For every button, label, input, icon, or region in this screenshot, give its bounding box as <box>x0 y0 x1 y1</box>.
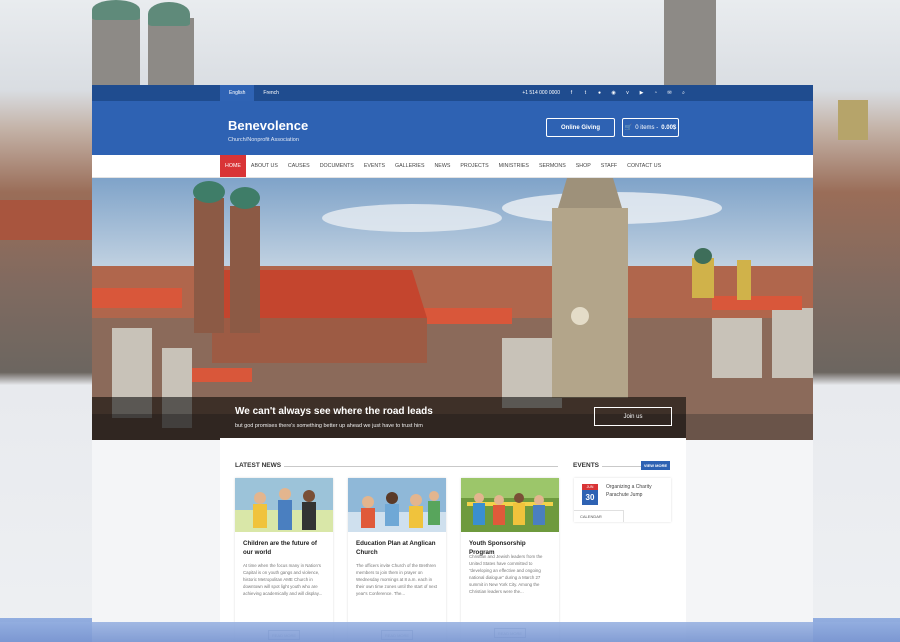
bottom-overlay <box>0 622 900 642</box>
social-links: f t ● ◉ v ▶ ◔ ✉ ⌕ <box>568 90 687 97</box>
vimeo-icon[interactable]: v <box>624 90 631 97</box>
nav-projects[interactable]: PROJECTS <box>455 155 493 177</box>
nav-staff[interactable]: STAFF <box>596 155 622 177</box>
news-excerpt: Christian and Jewish leaders from the Un… <box>469 554 543 595</box>
news-card: Children are the future of our world At … <box>235 478 333 642</box>
nav-causes[interactable]: CAUSES <box>283 155 315 177</box>
phone-number: +1 514 000 0000 <box>522 90 560 96</box>
join-us-button[interactable]: Join us <box>594 407 672 426</box>
site-logo[interactable]: Benevolence <box>228 118 308 133</box>
hero-subheading: but god promises there's something bette… <box>235 423 423 429</box>
event-day: 30 <box>582 490 598 505</box>
events-heading: EVENTS <box>573 462 600 469</box>
hero-slider: We can't always see where the road leads… <box>92 178 813 440</box>
nav-news[interactable]: NEWS <box>429 155 455 177</box>
bg-city-hall <box>664 0 716 90</box>
nav-about-us[interactable]: ABOUT US <box>246 155 283 177</box>
bg-tower-right <box>148 18 194 90</box>
bg-tower-left <box>92 10 140 90</box>
cart-total: 0.00$ <box>661 124 677 131</box>
nav-shop[interactable]: SHOP <box>571 155 596 177</box>
nav-contact-us[interactable]: CONTACT US <box>622 155 666 177</box>
main-navigation: HOME ABOUT US CAUSES DOCUMENTS EVENTS GA… <box>92 155 813 178</box>
news-excerpt: At time when the focus many in Nation's … <box>243 563 323 597</box>
site-tagline: Church/Nonprofit Association <box>228 137 299 143</box>
news-card: Education Plan at Anglican Church The of… <box>348 478 446 642</box>
bg-dome-left <box>92 0 140 20</box>
bg-roofs-left <box>0 200 92 240</box>
nav-home[interactable]: HOME <box>220 155 246 177</box>
event-title[interactable]: Organizing a Charity Parachute Jump <box>606 484 668 499</box>
pinterest-icon[interactable]: ● <box>596 90 603 97</box>
news-divider <box>284 466 558 467</box>
twitter-icon[interactable]: t <box>582 90 589 97</box>
dribbble-icon[interactable]: ◉ <box>610 90 617 97</box>
site-header: Benevolence Church/Nonprofit Association… <box>92 101 813 155</box>
event-item[interactable]: JUN 30 Organizing a Charity Parachute Ju… <box>574 478 671 522</box>
news-excerpt: The officers invite Church of the Brethr… <box>356 563 438 597</box>
nav-ministries[interactable]: MINISTRIES <box>494 155 534 177</box>
bg-dome-right <box>148 2 190 26</box>
news-thumbnail[interactable] <box>348 478 446 532</box>
cart-button[interactable]: 🛒 0 items - 0.00$ <box>622 118 679 137</box>
nav-galleries[interactable]: GALLERIES <box>390 155 429 177</box>
nav-sermons[interactable]: SERMONS <box>534 155 571 177</box>
news-thumbnail[interactable] <box>235 478 333 532</box>
email-icon[interactable]: ✉ <box>666 90 673 97</box>
latest-news-heading: LATEST NEWS <box>235 462 282 469</box>
news-card: Youth Sponsorship Program Christian and … <box>461 478 559 642</box>
news-thumbnail[interactable] <box>461 478 559 532</box>
online-giving-button[interactable]: Online Giving <box>546 118 615 137</box>
events-view-more-button[interactable]: VIEW MORE <box>641 461 670 470</box>
news-title[interactable]: Children are the future of our world <box>243 540 325 558</box>
nav-events[interactable]: EVENTS <box>359 155 390 177</box>
youtube-icon[interactable]: ▶ <box>638 90 645 97</box>
language-french[interactable]: French <box>254 85 288 101</box>
event-calendar-link[interactable]: CALENDAR <box>574 510 624 522</box>
hero-heading: We can't always see where the road leads <box>235 406 433 417</box>
facebook-icon[interactable]: f <box>568 90 575 97</box>
nav-documents[interactable]: DOCUMENTS <box>315 155 359 177</box>
search-icon[interactable]: ⌕ <box>680 90 687 97</box>
cart-count: 0 items - <box>635 124 659 131</box>
news-title[interactable]: Education Plan at Anglican Church <box>356 540 438 558</box>
language-english[interactable]: English <box>220 85 255 101</box>
top-bar: English French +1 514 000 0000 f t ● ◉ v… <box>92 85 813 101</box>
event-date-badge: JUN 30 <box>582 484 598 505</box>
events-divider <box>602 466 642 467</box>
bg-church <box>838 100 868 140</box>
cart-icon: 🛒 <box>624 125 633 131</box>
rss-icon[interactable]: ◔ <box>652 90 659 97</box>
